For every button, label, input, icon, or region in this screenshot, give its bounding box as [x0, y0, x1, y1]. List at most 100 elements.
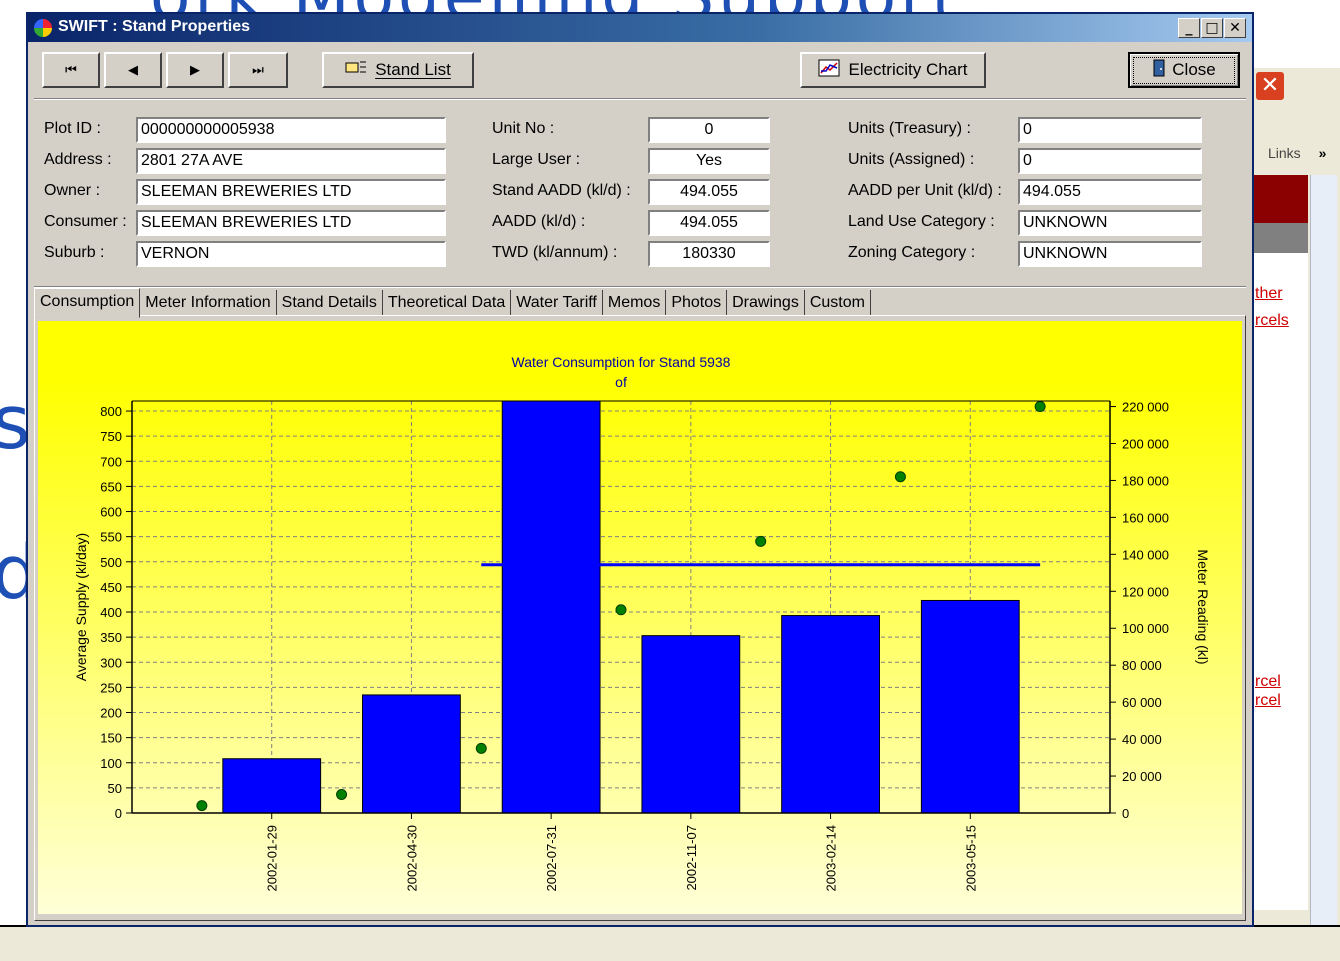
consumption-chart: Water Consumption for Stand 5938 of 0 50 100… — [73, 354, 1211, 892]
x-tick-label: 2003-02-14 — [824, 825, 839, 892]
tab-meter-information[interactable]: Meter Information — [140, 290, 277, 316]
first-icon: ⏮ — [65, 62, 77, 77]
units-assigned-label: Units (Assigned) : — [848, 151, 975, 168]
y2-tick-label: 60 000 — [1122, 695, 1162, 710]
links-label[interactable]: Links — [1268, 145, 1301, 161]
large-user-label: Large User : — [492, 151, 581, 168]
tab-water-tariff[interactable]: Water Tariff — [511, 290, 603, 316]
meter-reading-point — [196, 800, 208, 812]
tab-drawings[interactable]: Drawings — [727, 290, 805, 316]
owner-label: Owner : — [44, 182, 101, 199]
tab-memos[interactable]: Memos — [603, 290, 667, 316]
background-link[interactable]: rcels — [1255, 312, 1289, 330]
address-field[interactable]: 2801 27A AVE — [136, 148, 446, 174]
y2-tick-label: 100 000 — [1122, 621, 1169, 636]
background-link[interactable]: ther — [1255, 285, 1283, 303]
units-assigned-field[interactable]: 0 — [1018, 148, 1202, 174]
zoning-category-field[interactable]: UNKNOWN — [1018, 241, 1202, 267]
pointing-hand-list-icon — [345, 60, 367, 81]
next-record-button[interactable]: ▶ — [166, 52, 224, 88]
y-tick-label: 750 — [100, 429, 122, 444]
meter-reading-point — [336, 789, 348, 801]
stand-list-button[interactable]: Stand List — [322, 52, 474, 88]
unit-no-label: Unit No : — [492, 120, 555, 137]
aadd-field[interactable]: 494.055 — [648, 210, 770, 236]
minimize-button[interactable]: _ — [1178, 18, 1200, 38]
background-close-icon[interactable]: ✕ — [1256, 72, 1284, 100]
y-tick-label: 800 — [100, 404, 122, 419]
tab-strip: Consumption Meter Information Stand Deta… — [34, 288, 871, 318]
consumption-chart-area: Water Consumption for Stand 5938 of 0 50 100… — [38, 321, 1242, 914]
meter-reading-point — [755, 535, 767, 547]
background-link[interactable]: rcel — [1255, 692, 1281, 710]
tab-stand-details[interactable]: Stand Details — [277, 290, 383, 316]
units-treasury-field[interactable]: 0 — [1018, 117, 1202, 143]
aadd-per-unit-field[interactable]: 494.055 — [1018, 179, 1202, 205]
twd-field[interactable]: 180330 — [648, 241, 770, 267]
y-tick-label: 300 — [100, 655, 122, 670]
electricity-chart-label: Electricity Chart — [848, 60, 968, 79]
suburb-field[interactable]: VERNON — [136, 241, 446, 267]
background-link[interactable]: rcel — [1255, 673, 1281, 691]
y2-axis-title: Meter Reading (kl) — [1195, 549, 1211, 664]
y-tick-label: 250 — [100, 680, 122, 695]
y-tick-label: 600 — [100, 505, 122, 520]
previous-icon: ◀ — [128, 62, 138, 77]
bar — [222, 758, 322, 814]
app-globe-icon — [34, 19, 52, 37]
tab-theoretical-data[interactable]: Theoretical Data — [383, 290, 512, 316]
plot-id-field[interactable]: 000000000005938 — [136, 117, 446, 143]
stand-list-label: Stand List — [375, 60, 451, 79]
consumer-label: Consumer : — [44, 213, 127, 230]
aadd-per-unit-label: AADD per Unit (kl/d) : — [848, 182, 1002, 199]
y-axis-title: Average Supply (kl/day) — [73, 533, 89, 681]
close-button[interactable]: Close — [1128, 52, 1240, 88]
chart-subtitle: of — [615, 374, 627, 390]
background-links-toolbar[interactable]: Links » — [1268, 145, 1326, 161]
y-tick-label: 700 — [100, 454, 122, 469]
chart-icon — [818, 59, 840, 82]
aadd-label: AADD (kl/d) : — [492, 213, 586, 230]
x-tick-label: 2002-04-30 — [404, 825, 419, 892]
y-tick-label: 100 — [100, 756, 122, 771]
y2-tick-label: 160 000 — [1122, 510, 1169, 525]
maximize-button[interactable]: □ — [1201, 18, 1223, 38]
bar — [501, 400, 601, 814]
background-status-bar — [0, 925, 1340, 961]
next-icon: ▶ — [190, 62, 200, 77]
y2-tick-label: 40 000 — [1122, 732, 1162, 747]
close-window-button[interactable]: ✕ — [1224, 18, 1246, 38]
last-icon: ⏭ — [252, 62, 264, 77]
tab-consumption[interactable]: Consumption — [34, 288, 141, 318]
owner-field[interactable]: SLEEMAN BREWERIES LTD — [136, 179, 446, 205]
background-browser-bar — [1248, 223, 1308, 253]
land-use-category-field[interactable]: UNKNOWN — [1018, 210, 1202, 236]
chevron-right-icon[interactable]: » — [1319, 145, 1327, 161]
y-tick-label: 200 — [100, 706, 122, 721]
large-user-field[interactable]: Yes — [648, 148, 770, 174]
window-titlebar[interactable]: SWIFT : Stand Properties _ □ ✕ — [28, 14, 1252, 42]
address-label: Address : — [44, 151, 112, 168]
x-tick-label: 2002-11-07 — [684, 825, 699, 891]
tab-photos[interactable]: Photos — [666, 290, 728, 316]
bar — [920, 599, 1020, 814]
meter-reading-point — [615, 604, 627, 616]
first-record-button[interactable]: ⏮ — [42, 52, 100, 88]
y2-tick-label: 120 000 — [1122, 584, 1169, 599]
y-tick-label: 150 — [100, 731, 122, 746]
y2-tick-label: 140 000 — [1122, 547, 1169, 562]
electricity-chart-button[interactable]: Electricity Chart — [800, 52, 986, 88]
consumer-field[interactable]: SLEEMAN BREWERIES LTD — [136, 210, 446, 236]
background-scrollbar[interactable] — [1310, 175, 1337, 930]
stand-aadd-field[interactable]: 494.055 — [648, 179, 770, 205]
previous-record-button[interactable]: ◀ — [104, 52, 162, 88]
y-tick-label: 0 — [115, 806, 122, 821]
window-title: SWIFT : Stand Properties — [58, 18, 251, 35]
last-record-button[interactable]: ⏭ — [228, 52, 288, 88]
unit-no-field[interactable]: 0 — [648, 117, 770, 143]
tab-custom[interactable]: Custom — [805, 290, 871, 316]
stand-properties-window: SWIFT : Stand Properties _ □ ✕ ⏮ ◀ ▶ ⏭ S… — [26, 12, 1254, 927]
y2-tick-label: 80 000 — [1122, 658, 1162, 673]
background-browser-banner — [1248, 175, 1308, 223]
y-tick-label: 650 — [100, 479, 122, 494]
